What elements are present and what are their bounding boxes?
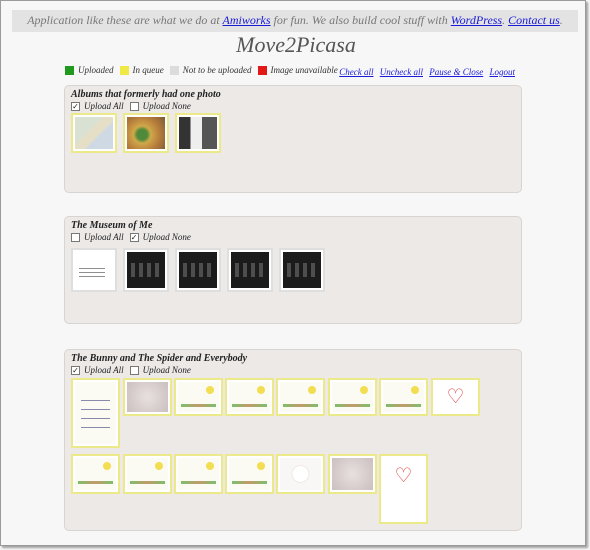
upload-none-option[interactable]: Upload None [129, 365, 191, 375]
upload-all-label: Upload All [84, 232, 124, 242]
photo-thumbnail[interactable] [328, 454, 377, 494]
action-links: Check all Uncheck all Pause & Close Logo… [335, 67, 515, 77]
banner-middle: for fun. We also build cool stuff with [273, 13, 448, 27]
photo-thumbnail[interactable] [71, 454, 120, 494]
banner-end: . [559, 13, 563, 27]
photo-thumbnail[interactable] [71, 378, 120, 448]
photo-thumbnail[interactable] [276, 378, 325, 416]
photo-thumbnail[interactable] [379, 378, 428, 416]
legend-in-queue: In queue [119, 65, 164, 75]
photo-thumbnail[interactable] [227, 248, 273, 292]
banner-prefix: Application like these are what we do at [27, 13, 220, 27]
photo-thumbnail[interactable] [279, 248, 325, 292]
legend-label: Not to be uploaded [182, 65, 252, 75]
photo-thumbnail[interactable] [175, 248, 221, 292]
album-panel: The Bunny and The Spider and Everybody ✓… [64, 349, 522, 531]
photo-thumbnail[interactable] [175, 113, 221, 153]
photo-thumbnail[interactable] [225, 454, 274, 494]
photo-thumbnail[interactable] [123, 248, 169, 292]
photo-thumbnail[interactable] [379, 454, 428, 524]
uploaded-swatch [65, 65, 74, 75]
unavailable-swatch [257, 65, 267, 75]
album-controls: ✓ Upload All Upload None [71, 365, 197, 375]
upload-none-checkbox[interactable] [129, 365, 139, 375]
album-panel: Albums that formerly had one photo ✓ Upl… [64, 85, 522, 193]
upload-none-label: Upload None [142, 232, 191, 242]
pause-close-link[interactable]: Pause & Close [429, 67, 483, 77]
check-all-link[interactable]: Check all [339, 67, 373, 77]
upload-all-option[interactable]: Upload All [71, 232, 124, 242]
album-title: Albums that formerly had one photo [71, 89, 221, 100]
album-controls: ✓ Upload All Upload None [71, 101, 197, 111]
photo-thumbnail[interactable] [123, 378, 172, 416]
photo-thumbnail[interactable] [174, 378, 223, 416]
contact-link[interactable]: Contact us [508, 13, 560, 27]
not-uploaded-swatch [169, 65, 179, 75]
banner-dot: . [502, 13, 506, 27]
status-legend: Uploaded In queue Not to be uploaded Ima… [65, 65, 344, 75]
photo-thumbnail[interactable] [431, 378, 480, 416]
album-controls: Upload All ✓ Upload None [71, 232, 197, 242]
in-queue-swatch [119, 65, 129, 75]
photo-thumbnail[interactable] [276, 454, 325, 494]
photo-thumbnail[interactable] [174, 454, 223, 494]
upload-none-option[interactable]: ✓ Upload None [129, 232, 191, 242]
album-title: The Bunny and The Spider and Everybody [71, 353, 248, 364]
photo-thumbnail[interactable] [328, 378, 377, 416]
photo-thumbnail[interactable] [123, 113, 169, 153]
legend-uploaded: Uploaded [65, 65, 114, 75]
upload-all-option[interactable]: ✓ Upload All [71, 101, 124, 111]
photo-thumbnail[interactable] [225, 378, 274, 416]
upload-all-label: Upload All [84, 365, 124, 375]
logout-link[interactable]: Logout [489, 67, 515, 77]
promo-banner: Application like these are what we do at… [12, 10, 578, 32]
app-window: Application like these are what we do at… [0, 0, 586, 546]
legend-unavailable: Image unavailable [257, 65, 338, 75]
upload-none-label: Upload None [142, 365, 191, 375]
legend-label: Uploaded [78, 65, 114, 75]
album-panel: The Museum of Me Upload All ✓ Upload Non… [64, 216, 522, 324]
legend-label: In queue [132, 65, 164, 75]
upload-all-checkbox[interactable]: ✓ [71, 101, 80, 111]
amiworks-link[interactable]: Amiworks [223, 13, 271, 27]
upload-all-checkbox[interactable]: ✓ [71, 365, 80, 375]
uncheck-all-link[interactable]: Uncheck all [380, 67, 423, 77]
photo-thumbnail[interactable] [71, 248, 117, 292]
page-title: Move2Picasa [236, 32, 356, 57]
upload-none-option[interactable]: Upload None [129, 101, 191, 111]
photo-thumbnail[interactable] [71, 113, 117, 153]
upload-none-checkbox[interactable] [129, 101, 139, 111]
legend-not-uploaded: Not to be uploaded [169, 65, 252, 75]
photo-thumbnail[interactable] [123, 454, 172, 494]
wordpress-link[interactable]: WordPress [451, 13, 502, 27]
upload-all-option[interactable]: ✓ Upload All [71, 365, 124, 375]
upload-all-label: Upload All [84, 101, 124, 111]
upload-all-checkbox[interactable] [71, 232, 80, 242]
album-title: The Museum of Me [71, 220, 153, 231]
upload-none-label: Upload None [142, 101, 191, 111]
legend-label: Image unavailable [270, 65, 338, 75]
upload-none-checkbox[interactable]: ✓ [129, 232, 139, 242]
